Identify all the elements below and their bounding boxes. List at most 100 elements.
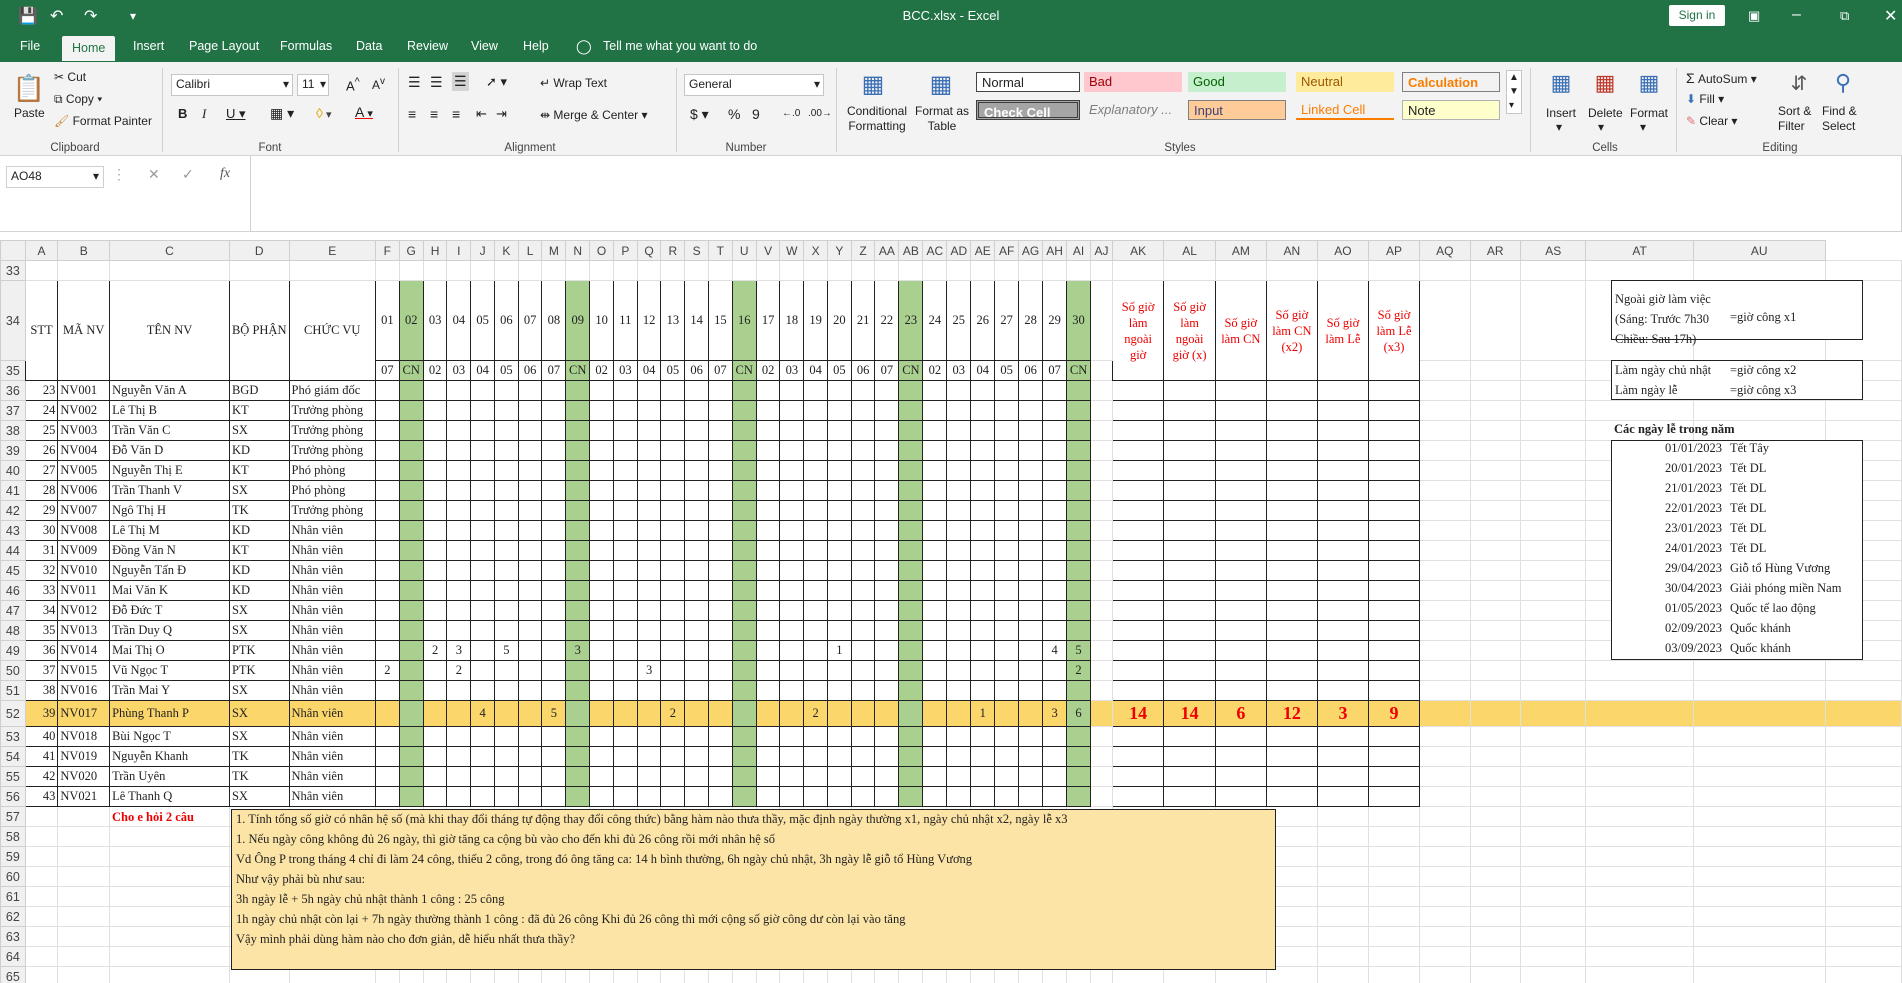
cell[interactable] [565,260,591,281]
header-weekday[interactable]: 04 [470,360,495,381]
cell-day[interactable] [470,786,495,807]
cell-day[interactable] [684,786,709,807]
cell-day[interactable] [1042,540,1068,561]
cell-day[interactable] [755,600,781,621]
cell-day[interactable]: 2 [374,660,400,681]
cell-total[interactable] [1265,440,1318,461]
cell-day[interactable] [874,700,900,727]
cell-day[interactable] [636,520,662,541]
header-weekday[interactable]: 03 [946,360,972,381]
cell[interactable] [1419,786,1471,807]
cell[interactable] [1469,440,1521,461]
cell-total[interactable] [1111,660,1165,681]
cell-day[interactable] [755,460,781,481]
cell-day[interactable] [684,640,709,661]
cell[interactable] [1824,926,1902,947]
cell-day[interactable] [1042,500,1068,521]
cell[interactable] [1090,640,1113,661]
header-ao[interactable]: Số giờ làm Lễ [1316,280,1369,381]
cell[interactable] [994,260,1020,281]
cell[interactable] [1692,926,1826,947]
cell-day[interactable] [970,440,996,461]
cell-total[interactable] [1163,400,1216,421]
cell-day[interactable] [779,400,805,421]
cell-day[interactable] [493,620,519,641]
cell-day[interactable] [898,500,924,521]
format-cells-button[interactable]: Format ▾ [1630,106,1668,134]
cell-day[interactable] [946,580,972,601]
row-header[interactable]: 52 [0,700,26,727]
cell-day[interactable] [541,480,567,501]
cell[interactable] [1519,280,1587,361]
cell-day[interactable] [493,400,519,421]
cell-day[interactable] [612,700,638,727]
cell-total[interactable] [1316,620,1369,641]
column-header[interactable]: I [446,240,472,261]
cell-ten-nv[interactable]: Mai Thị O [109,640,230,661]
cell-total[interactable] [1214,680,1267,701]
cell-total[interactable] [1316,640,1369,661]
cell[interactable] [24,946,59,967]
cell-day[interactable] [898,620,924,641]
column-header[interactable]: S [684,240,709,261]
cell-day[interactable] [493,786,519,807]
cell-total[interactable] [1367,660,1421,681]
cell-day[interactable] [422,786,448,807]
number-format-select[interactable]: General ▾ [684,74,824,96]
row-header[interactable]: 54 [0,746,26,767]
cell[interactable] [1519,766,1587,787]
cell-day[interactable] [994,400,1020,421]
cell-day[interactable] [731,700,757,727]
cell[interactable] [779,260,805,281]
cell-day[interactable] [731,660,757,681]
cell-day[interactable] [517,540,543,561]
column-header[interactable]: AJ [1090,240,1113,261]
header-weekday[interactable]: 07 [374,360,400,381]
cell-ma-nv[interactable]: NV010 [57,560,111,581]
cell-day[interactable] [1066,726,1092,747]
cell[interactable] [898,260,924,281]
cell-day[interactable] [374,520,400,541]
cell-day[interactable] [755,786,781,807]
cell-day[interactable] [517,460,543,481]
cell-stt[interactable]: 31 [24,540,59,561]
cell-day[interactable] [1018,560,1044,581]
cell-day[interactable] [779,560,805,581]
cell-day[interactable] [470,400,495,421]
cell-day[interactable] [850,746,876,767]
cell-day[interactable] [731,380,757,401]
cell-total[interactable] [1214,560,1267,581]
cell-day[interactable] [493,580,519,601]
cell-day[interactable] [707,660,733,681]
cell[interactable] [1692,806,1826,827]
cell[interactable] [1585,746,1694,767]
cell-day[interactable] [565,580,591,601]
cell-day[interactable] [1066,420,1092,441]
cell-day[interactable] [493,460,519,481]
cell-total[interactable] [1265,746,1318,767]
cell-day[interactable] [398,460,424,481]
cell[interactable] [1018,260,1044,281]
header-weekday[interactable]: 05 [493,360,519,381]
cell-day[interactable] [493,480,519,501]
cell-total[interactable] [1316,460,1369,481]
cell-day[interactable] [493,540,519,561]
cell-day[interactable] [803,460,828,481]
tab-page-layout[interactable]: Page Layout [189,39,259,53]
header-weekday[interactable]: CN [898,360,924,381]
cell-day[interactable] [541,660,567,681]
cell-day[interactable] [446,500,472,521]
cell-day[interactable] [398,400,424,421]
cell[interactable] [1419,380,1471,401]
cell-day[interactable] [826,680,852,701]
cell[interactable] [446,260,472,281]
cell-day[interactable] [446,540,472,561]
cell-stt[interactable]: 37 [24,660,59,681]
cell-day[interactable] [398,680,424,701]
cell-ten-nv[interactable]: Lê Thị B [109,400,230,421]
header-day[interactable]: 30 [1066,280,1092,361]
cell-day[interactable] [398,620,424,641]
cell-ten-nv[interactable]: Mai Văn K [109,580,230,601]
cell-ma-nv[interactable]: NV016 [57,680,111,701]
cell-total[interactable] [1214,746,1267,767]
